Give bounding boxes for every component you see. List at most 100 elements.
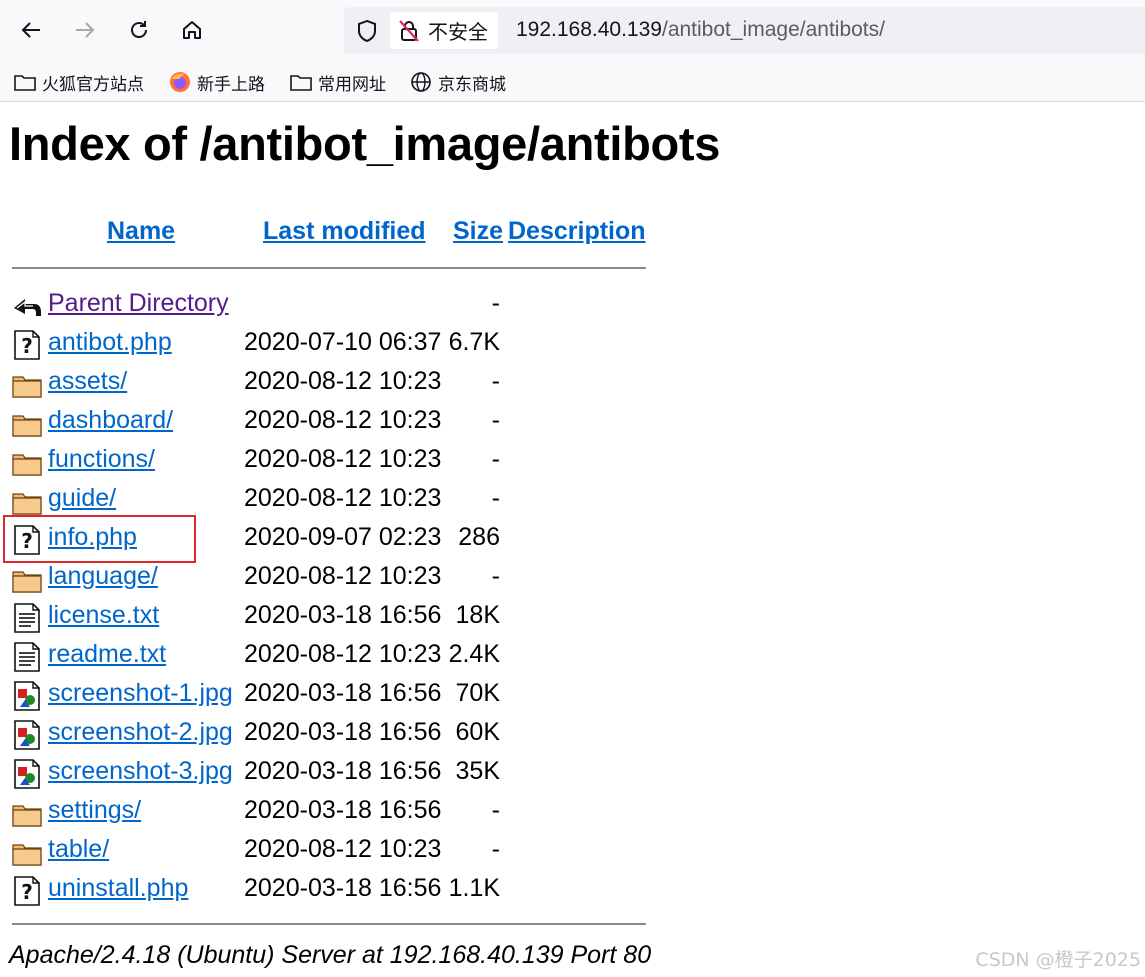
image-file-icon bbox=[12, 681, 42, 711]
table-row: screenshot-1.jpg 2020-03-18 16:56 70K bbox=[0, 676, 660, 714]
file-link[interactable]: settings/ bbox=[48, 796, 141, 825]
size-cell: - bbox=[491, 445, 500, 473]
size-cell: - bbox=[491, 796, 500, 824]
size-cell: - bbox=[491, 484, 500, 512]
file-link[interactable]: assets/ bbox=[48, 367, 127, 396]
highlight-box bbox=[3, 515, 196, 563]
table-row: language/2020-08-12 10:23 - bbox=[0, 559, 660, 597]
bookmark-firefox-official[interactable]: 火狐官方站点 bbox=[14, 70, 144, 95]
file-link[interactable]: license.txt bbox=[48, 601, 159, 630]
image-file-icon bbox=[12, 759, 42, 789]
last-modified-cell: 2020-08-12 10:23 bbox=[244, 640, 442, 668]
last-modified-cell: 2020-08-12 10:23 bbox=[244, 484, 442, 512]
svg-text:?: ? bbox=[21, 880, 33, 904]
image-file-icon bbox=[12, 720, 42, 750]
size-cell: 35K bbox=[455, 757, 500, 785]
header-divider bbox=[12, 267, 646, 269]
file-link[interactable]: table/ bbox=[48, 835, 109, 864]
back-button[interactable] bbox=[13, 12, 49, 48]
file-link[interactable]: screenshot-1.jpg bbox=[48, 679, 233, 708]
last-modified-cell: 2020-08-12 10:23 bbox=[244, 445, 442, 473]
url-text[interactable]: 192.168.40.139/antibot_image/antibots/ bbox=[516, 18, 885, 42]
file-link[interactable]: readme.txt bbox=[48, 640, 166, 669]
size-cell: 286 bbox=[458, 523, 500, 551]
table-row: guide/2020-08-12 10:23 - bbox=[0, 481, 660, 519]
folder-icon bbox=[12, 837, 42, 867]
folder-icon bbox=[290, 71, 312, 93]
folder-icon bbox=[12, 447, 42, 477]
watermark: CSDN @橙子2025 bbox=[975, 949, 1141, 971]
bookmark-label: 新手上路 bbox=[197, 74, 265, 95]
unknown-file-icon: ? bbox=[12, 330, 42, 360]
bookmark-label: 火狐官方站点 bbox=[42, 74, 144, 95]
bookmark-jd-mall[interactable]: 京东商城 bbox=[410, 70, 506, 95]
last-modified-cell: 2020-07-10 06:37 bbox=[244, 328, 442, 356]
last-modified-cell: 2020-03-18 16:56 bbox=[244, 679, 442, 707]
column-header-size[interactable]: Size bbox=[453, 217, 503, 246]
size-cell: - bbox=[491, 562, 500, 590]
svg-text:?: ? bbox=[21, 334, 33, 358]
file-link[interactable]: dashboard/ bbox=[48, 406, 173, 435]
size-cell: 60K bbox=[455, 718, 500, 746]
page-title: Index of /antibot_image/antibots bbox=[9, 117, 721, 170]
table-row: dashboard/2020-08-12 10:23 - bbox=[0, 403, 660, 441]
folder-icon bbox=[12, 564, 42, 594]
last-modified-cell: 2020-08-12 10:23 bbox=[244, 835, 442, 863]
table-row: screenshot-3.jpg 2020-03-18 16:56 35K bbox=[0, 754, 660, 792]
url-host: 192.168.40.139 bbox=[516, 18, 662, 41]
file-link[interactable]: screenshot-3.jpg bbox=[48, 757, 233, 786]
last-modified-cell: 2020-03-18 16:56 bbox=[244, 757, 442, 785]
text-file-icon bbox=[12, 603, 42, 633]
size-cell: 6.7K bbox=[448, 328, 500, 356]
file-link[interactable]: Parent Directory bbox=[48, 289, 229, 318]
last-modified-cell: 2020-03-18 16:56 bbox=[244, 718, 442, 746]
table-row: assets/2020-08-12 10:23 - bbox=[0, 364, 660, 402]
file-link[interactable]: guide/ bbox=[48, 484, 116, 513]
table-row: functions/2020-08-12 10:23 - bbox=[0, 442, 660, 480]
size-cell: - bbox=[491, 406, 500, 434]
column-header-last-modified[interactable]: Last modified bbox=[263, 217, 426, 246]
size-cell: 2.4K bbox=[448, 640, 500, 668]
tracking-protection-shield-icon[interactable] bbox=[354, 18, 380, 44]
table-row: Parent Directory - bbox=[0, 286, 660, 324]
folder-icon bbox=[12, 408, 42, 438]
file-link[interactable]: language/ bbox=[48, 562, 158, 591]
footer-divider bbox=[12, 923, 646, 925]
size-cell: 1.1K bbox=[448, 874, 500, 902]
file-link[interactable]: antibot.php bbox=[48, 328, 172, 357]
server-signature: Apache/2.4.18 (Ubuntu) Server at 192.168… bbox=[9, 941, 652, 969]
address-bar[interactable]: 不安全 192.168.40.139/antibot_image/antibot… bbox=[344, 7, 1145, 54]
bookmark-common-sites[interactable]: 常用网址 bbox=[290, 70, 386, 95]
column-header-name[interactable]: Name bbox=[107, 217, 175, 246]
folder-icon bbox=[12, 369, 42, 399]
home-button[interactable] bbox=[174, 12, 210, 48]
browser-toolbar: 不安全 192.168.40.139/antibot_image/antibot… bbox=[0, 0, 1145, 62]
last-modified-cell: 2020-08-12 10:23 bbox=[244, 562, 442, 590]
url-path: /antibot_image/antibots/ bbox=[661, 18, 885, 41]
connection-insecure-badge[interactable]: 不安全 bbox=[390, 12, 498, 49]
table-row: screenshot-2.jpg 2020-03-18 16:56 60K bbox=[0, 715, 660, 753]
forward-button[interactable] bbox=[67, 12, 103, 48]
insecure-label: 不安全 bbox=[428, 20, 488, 44]
table-row: ? antibot.php 2020-07-10 06:37 6.7K bbox=[0, 325, 660, 363]
column-header-description[interactable]: Description bbox=[508, 217, 646, 246]
file-link[interactable]: uninstall.php bbox=[48, 874, 188, 903]
size-cell: - bbox=[491, 367, 500, 395]
last-modified-cell: 2020-03-18 16:56 bbox=[244, 874, 442, 902]
table-row: ? uninstall.php 2020-03-18 16:56 1.1K bbox=[0, 871, 660, 909]
bookmarks-bar: 火狐官方站点 新手上路 常用网址 京东商城 bbox=[0, 62, 1145, 102]
text-file-icon bbox=[12, 642, 42, 672]
last-modified-cell: 2020-03-18 16:56 bbox=[244, 796, 442, 824]
globe-icon bbox=[410, 71, 432, 93]
file-link[interactable]: functions/ bbox=[48, 445, 155, 474]
last-modified-cell: 2020-08-12 10:23 bbox=[244, 367, 442, 395]
firefox-icon bbox=[169, 71, 191, 93]
size-cell: 18K bbox=[455, 601, 500, 629]
table-row: license.txt 2020-03-18 16:56 18K bbox=[0, 598, 660, 636]
bookmark-getting-started[interactable]: 新手上路 bbox=[169, 70, 265, 95]
file-link[interactable]: screenshot-2.jpg bbox=[48, 718, 233, 747]
reload-icon bbox=[131, 21, 147, 38]
insecure-lock-icon bbox=[398, 19, 422, 43]
reload-button[interactable] bbox=[121, 12, 157, 48]
last-modified-cell: 2020-08-12 10:23 bbox=[244, 406, 442, 434]
